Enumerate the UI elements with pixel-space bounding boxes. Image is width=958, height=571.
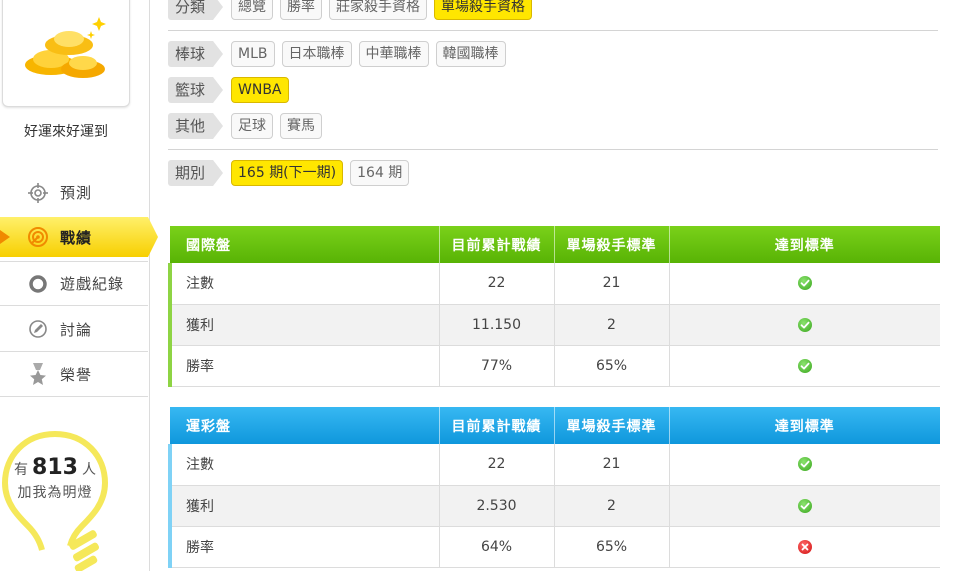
table-row: 注數 22 21	[168, 263, 940, 305]
chip-period-164[interactable]: 164 期	[350, 160, 410, 186]
gold-ingots-icon	[25, 17, 106, 78]
row-label: 注數	[168, 444, 440, 486]
nav-game-records[interactable]: 遊戲紀錄	[0, 261, 148, 306]
standard-value: 21	[554, 263, 670, 305]
medal-icon	[27, 363, 49, 385]
check-icon	[797, 358, 812, 373]
current-value: 2.530	[439, 485, 555, 527]
cross-icon	[797, 539, 812, 554]
table-row: 注數 22 21	[168, 444, 940, 486]
filter-label-basketball: 籃球	[168, 77, 223, 103]
filter-row-other: 其他 足球 賽馬	[168, 112, 329, 140]
chip-npb[interactable]: 日本職棒	[281, 41, 352, 67]
nav-game-records-label: 遊戲紀錄	[60, 275, 125, 293]
header-market: 運彩盤	[170, 407, 440, 444]
row-label: 勝率	[168, 526, 440, 568]
target-icon	[27, 182, 49, 204]
table-row: 勝率 77% 65%	[168, 345, 940, 387]
nav-honor-label: 榮譽	[60, 365, 93, 384]
nav-honor[interactable]: 榮譽	[0, 352, 148, 397]
filter-row-basketball: 籃球 WNBA	[168, 76, 296, 104]
chip-period-165[interactable]: 165 期(下一期)	[231, 160, 344, 186]
table-row: 獲利 2.530 2	[168, 485, 940, 527]
filter-row-category: 分類 總覽 勝率 莊家殺手資格 單場殺手資格	[168, 0, 539, 21]
intl-odds-table: 國際盤 目前累計戰績 單場殺手標準 達到標準 注數 22 21 獲利 11.15…	[168, 226, 940, 387]
met-cell	[669, 263, 940, 305]
nav-predict[interactable]: 預測	[0, 170, 148, 215]
header-current-record: 目前累計戰績	[439, 407, 555, 444]
current-value: 64%	[439, 526, 555, 568]
row-label: 勝率	[168, 345, 440, 387]
ring-icon	[27, 273, 49, 295]
standard-value: 2	[554, 485, 670, 527]
met-cell	[669, 485, 940, 527]
row-label: 獲利	[168, 304, 440, 346]
fan-count-prefix: 有	[14, 462, 29, 478]
filter-row-baseball: 棒球 MLB 日本職棒 中華職棒 韓國職棒	[168, 40, 513, 68]
chip-dealer-killer[interactable]: 莊家殺手資格	[329, 0, 428, 20]
table-row: 勝率 64% 65%	[168, 526, 940, 568]
current-value: 22	[439, 444, 555, 486]
check-icon	[797, 276, 812, 291]
chip-win-rate[interactable]: 勝率	[280, 0, 323, 20]
standard-value: 21	[554, 444, 670, 486]
header-standard: 單場殺手標準	[554, 407, 670, 444]
divider	[168, 149, 938, 150]
bullseye-icon	[27, 226, 49, 248]
current-value: 77%	[439, 345, 555, 387]
follow-prompt[interactable]: 加我為明燈	[0, 482, 110, 502]
lottery-odds-table: 運彩盤 目前累計戰績 單場殺手標準 達到標準 注數 22 21 獲利 2.530…	[168, 407, 940, 568]
nav-predict-label: 預測	[60, 184, 93, 202]
table-row: 獲利 11.150 2	[168, 304, 940, 346]
chip-mlb[interactable]: MLB	[231, 41, 275, 67]
current-value: 22	[439, 263, 555, 305]
row-label: 注數	[168, 263, 440, 305]
header-market: 國際盤	[170, 226, 440, 263]
header-current-record: 目前累計戰績	[439, 226, 555, 263]
chip-wnba[interactable]: WNBA	[231, 77, 289, 103]
fan-count-number: 813	[32, 455, 78, 480]
nav-results-label: 戰績	[60, 228, 93, 247]
chip-overview[interactable]: 總覽	[231, 0, 274, 20]
met-cell	[669, 304, 940, 346]
chip-kbo[interactable]: 韓國職棒	[435, 41, 506, 67]
chip-single-killer[interactable]: 單場殺手資格	[434, 0, 533, 20]
nav-results[interactable]: 戰績	[0, 217, 158, 257]
sidebar: 好運來好運到 預測 戰績 遊戲紀錄 討論 榮譽 有 813 人 加我為明燈	[0, 0, 158, 571]
table-header: 運彩盤 目前累計戰績 單場殺手標準 達到標準	[170, 407, 940, 444]
divider	[168, 30, 938, 31]
standard-value: 2	[554, 304, 670, 346]
header-met: 達到標準	[774, 237, 835, 254]
met-cell	[669, 345, 940, 387]
nav-discussion-label: 討論	[60, 320, 93, 339]
check-icon	[797, 317, 812, 332]
check-icon	[797, 457, 812, 472]
fan-count: 有 813 人 加我為明燈	[0, 455, 110, 502]
header-met: 達到標準	[774, 418, 835, 435]
avatar[interactable]	[2, 0, 130, 107]
header-standard: 單場殺手標準	[554, 226, 670, 263]
filter-row-period: 期別 165 期(下一期) 164 期	[168, 159, 416, 187]
username: 好運來好運到	[24, 124, 108, 140]
filter-label-period: 期別	[168, 160, 223, 186]
nav-discussion[interactable]: 討論	[0, 307, 148, 352]
standard-value: 65%	[554, 526, 670, 568]
chip-horse-racing[interactable]: 賽馬	[280, 113, 323, 139]
row-label: 獲利	[168, 485, 440, 527]
fan-count-suffix: 人	[81, 462, 96, 478]
filter-label-other: 其他	[168, 113, 223, 139]
table-header: 國際盤 目前累計戰績 單場殺手標準 達到標準	[170, 226, 940, 263]
met-cell	[669, 526, 940, 568]
chat-edit-icon	[27, 318, 49, 340]
met-cell	[669, 444, 940, 486]
chip-cpbl[interactable]: 中華職棒	[358, 41, 429, 67]
filter-label-category: 分類	[168, 0, 223, 20]
standard-value: 65%	[554, 345, 670, 387]
chip-soccer[interactable]: 足球	[231, 113, 274, 139]
filter-label-baseball: 棒球	[168, 41, 223, 67]
check-icon	[797, 498, 812, 513]
current-value: 11.150	[439, 304, 555, 346]
